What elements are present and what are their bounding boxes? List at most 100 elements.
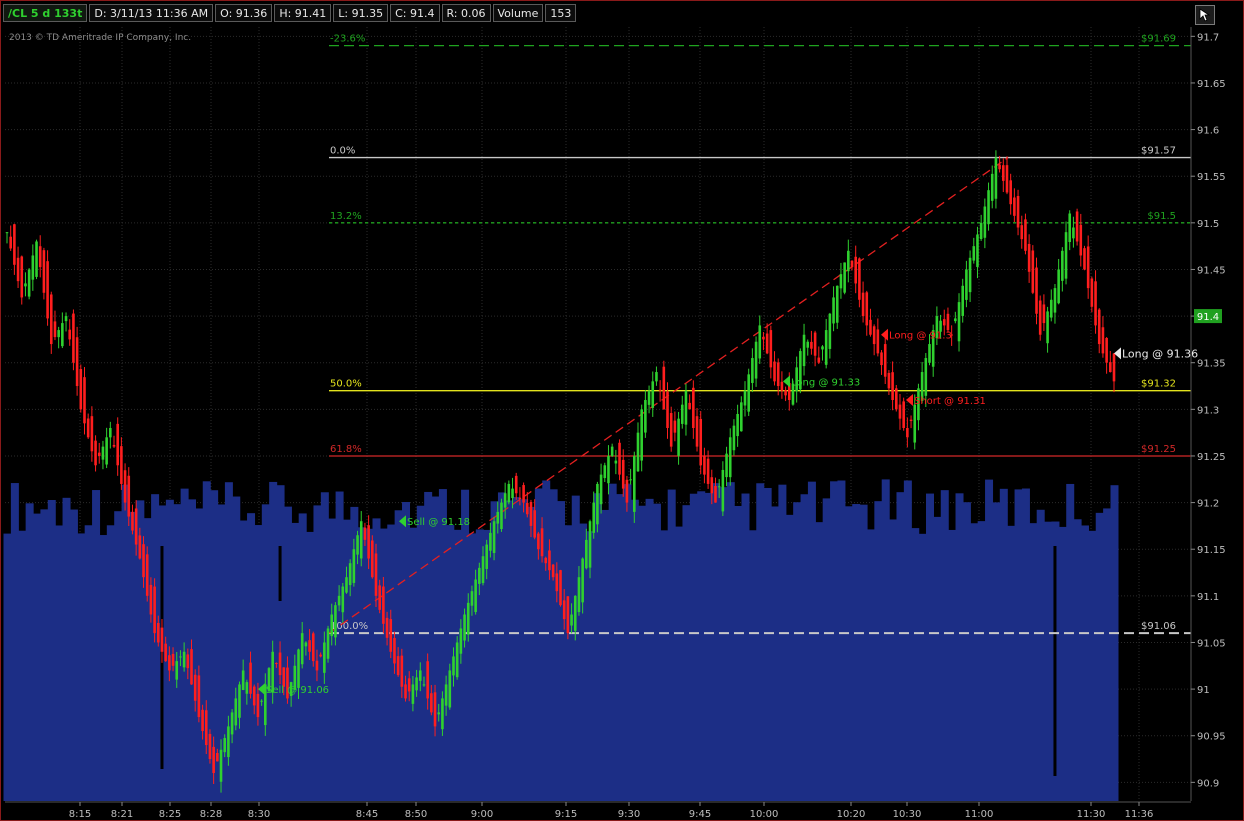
candle-body [847,250,850,272]
volume-bar [748,530,757,801]
volume-bar [785,514,794,801]
candle-body [725,453,728,478]
candle-body [625,479,629,503]
candle-body [747,374,750,412]
candle-body [134,508,138,545]
volume-bar [896,492,905,801]
candle-body [223,738,227,753]
volume-bar [40,509,49,801]
candle-body [817,357,821,363]
candle-body [256,693,260,718]
candle-body [175,661,179,680]
volume-bar [416,505,425,801]
candle-body [618,442,621,475]
candle-body [9,236,12,249]
candle-body [193,674,197,701]
volume-bar [18,530,27,801]
candle-body [633,455,636,512]
candle-body [400,655,404,687]
candle-body [906,427,909,438]
volume-bar [106,525,115,801]
volume-bar [903,480,912,801]
candle-body [990,173,994,201]
candle-body [127,475,131,517]
candle-body [466,602,470,635]
candle-body [109,427,112,438]
candle-body [684,390,688,425]
candle-body [1109,362,1112,373]
y-tick-label: 91.15 [1197,545,1226,556]
candle-body [241,670,245,691]
volume-bar [1007,525,1016,801]
candle-body [201,709,204,732]
volume-bar [933,516,942,801]
candle-body [463,614,466,641]
candle-body [1097,309,1101,345]
volume-bar [726,482,735,801]
candle-body [902,401,905,428]
candle-body [647,390,651,405]
candle-body [655,372,658,382]
candle-body [813,332,817,356]
candle-body [86,418,90,438]
candle-body [31,255,35,280]
volume-bar [527,506,536,801]
candle-body [968,257,972,293]
volume-bar [84,525,93,801]
candle-body [492,521,496,554]
candle-body [407,678,411,692]
fib-level-price: $91.32 [1141,379,1176,390]
volume-bar [926,493,934,801]
candle-body [459,628,463,654]
candle-body [784,390,787,396]
cursor-tool-button[interactable] [1195,5,1215,25]
candle-body [850,260,854,268]
volume-bar [660,530,669,801]
candle-body [1101,327,1105,354]
candle-body [64,316,68,322]
candle-body [540,528,544,557]
candle-body [149,584,153,615]
candle-body [603,465,607,479]
candle-body [190,649,193,685]
candle-body [79,369,83,410]
volume-bar [55,525,64,801]
candle-body [145,554,149,596]
candle-body [832,297,835,324]
volume-bar [99,535,108,801]
volume-bar [92,490,101,801]
candle-body [182,651,186,668]
volume-bar [962,502,971,801]
volume-bar [763,487,772,801]
x-tick-label: 9:00 [471,809,493,820]
volume-bar [283,506,292,801]
candle-body [345,577,348,593]
candle-body [876,329,880,354]
volume-bar [630,499,639,801]
candle-body [97,452,101,456]
candle-body [1061,250,1064,281]
volume-gap [278,546,282,601]
candle-body [1072,227,1075,239]
candle-body [120,446,123,484]
candle-body [699,418,703,466]
volume-bar [638,505,647,801]
symbol-box[interactable]: /CL 5 d 133t [3,4,88,22]
candle-body [249,662,252,694]
volume-bar [866,529,875,801]
candle-body [500,502,503,530]
volume-bar [711,483,720,801]
volume-value: 153 [545,4,577,22]
volume-gap [1053,546,1057,776]
candle-body [1038,300,1042,335]
candle-body [101,446,105,460]
candle-body [396,656,400,676]
volume-bar [704,492,713,801]
candle-body [658,389,662,391]
candle-body [740,402,743,432]
candle-body [972,246,976,261]
candle-body [913,404,917,443]
candle-body [1083,248,1086,270]
price-chart[interactable]: -23.6% $91.69 0.0% $91.57 13.2% $91.5 50.0% $91… [1,1,1244,821]
volume-bar [1110,485,1119,801]
